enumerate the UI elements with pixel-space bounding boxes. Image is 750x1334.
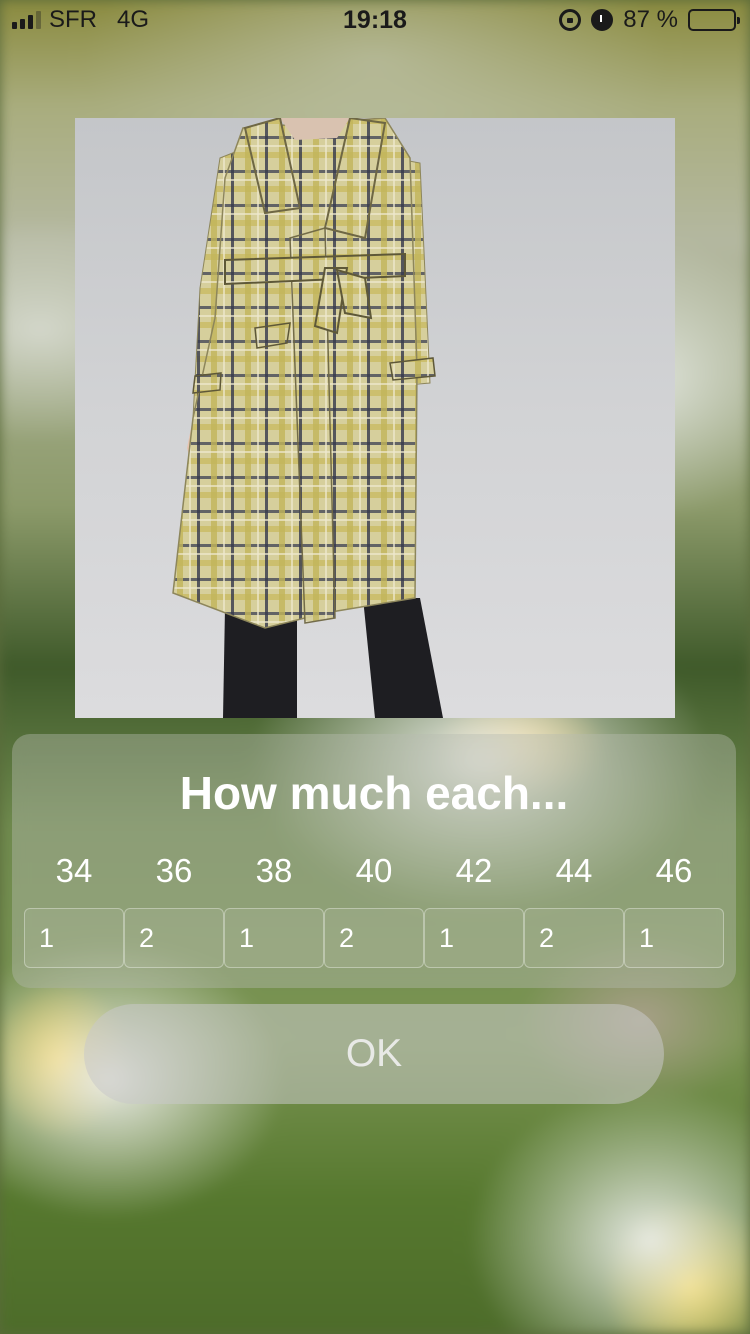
size-label: 40	[355, 852, 393, 889]
quantity-input-42[interactable]	[424, 908, 524, 968]
ok-button[interactable]: OK	[84, 1004, 664, 1104]
status-bar: SFR 4G 19:18 87 %	[0, 0, 750, 40]
quantity-panel: How much each... 34 36 38 40 42 44 46	[12, 734, 736, 988]
size-label: 38	[255, 852, 293, 889]
size-label: 46	[655, 852, 693, 889]
quantity-input-38[interactable]	[224, 908, 324, 968]
status-right: 87 %	[559, 6, 740, 34]
quantity-input-44[interactable]	[524, 908, 624, 968]
battery-percent: 87 %	[623, 6, 678, 33]
size-label: 34	[55, 852, 93, 889]
battery-icon	[688, 9, 740, 31]
panel-title: How much each...	[179, 767, 569, 819]
quantity-input-34[interactable]	[24, 908, 124, 968]
quantity-row	[24, 908, 724, 968]
size-row: 34 36 38 40 42 44 46	[24, 852, 724, 890]
size-label: 42	[455, 852, 493, 889]
quantity-input-36[interactable]	[124, 908, 224, 968]
alarm-icon	[591, 9, 614, 31]
quantity-input-40[interactable]	[324, 908, 424, 968]
size-label: 44	[555, 852, 593, 889]
orientation-lock-icon	[559, 9, 582, 31]
quantity-input-46[interactable]	[624, 908, 724, 968]
product-photo	[75, 118, 675, 718]
size-label: 36	[155, 852, 193, 889]
